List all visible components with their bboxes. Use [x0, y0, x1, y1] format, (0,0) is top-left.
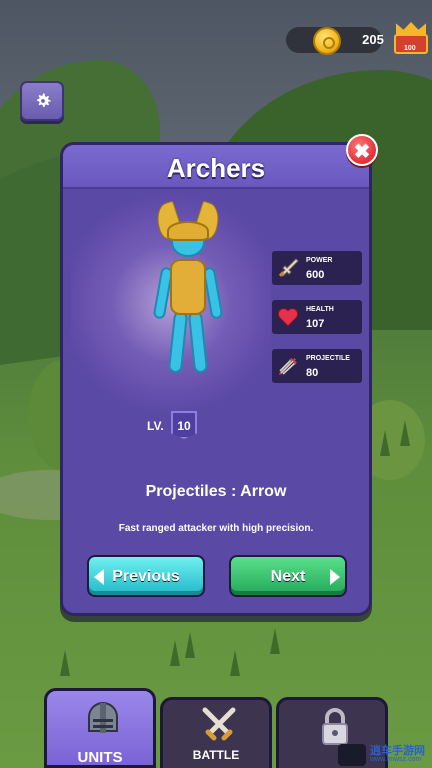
- character-leg: [187, 310, 209, 374]
- car-logo-icon: [338, 744, 366, 766]
- character-leg: [167, 310, 189, 374]
- gold-helmet: [167, 221, 209, 241]
- tab-label: UNITS: [77, 749, 123, 766]
- crossed-swords-icon: [202, 707, 236, 741]
- gold-armor: [170, 259, 206, 315]
- unit-name-title: Archers: [166, 153, 266, 183]
- tab-units[interactable]: UNITS: [44, 688, 156, 768]
- stat-power: POWER 600: [272, 251, 362, 285]
- watermark-url: www.lmwsz.com: [370, 756, 422, 763]
- site-watermark: 逍车手游网 www.lmwsz.com: [336, 742, 432, 768]
- gear-icon: [37, 93, 51, 107]
- grass-tuft: [270, 628, 280, 654]
- close-button[interactable]: ✖: [346, 134, 378, 166]
- stat-value: 80: [306, 367, 319, 379]
- grass-tuft: [380, 430, 390, 456]
- grass-tuft: [60, 650, 70, 676]
- close-icon: ✖: [353, 141, 371, 163]
- stat-health: HEALTH 107: [272, 300, 362, 334]
- unit-description: Fast ranged attacker with high precision…: [118, 523, 314, 534]
- arrow-right-icon: [330, 569, 340, 585]
- heart-icon: [277, 308, 299, 327]
- next-label: Next: [270, 568, 306, 585]
- coin-icon: [313, 27, 341, 55]
- grass-tuft: [400, 420, 410, 446]
- coin-count: 205: [362, 32, 384, 47]
- stat-value: 600: [306, 269, 325, 281]
- tab-label: BATTLE: [192, 748, 240, 762]
- grass-tuft: [185, 632, 195, 658]
- level-label: LV.: [147, 419, 164, 433]
- stat-value: 107: [306, 318, 325, 330]
- modal-header: Archers: [63, 145, 369, 189]
- stat-label: HEALTH: [306, 306, 334, 313]
- stat-label: POWER: [306, 257, 333, 264]
- stat-projectile: PROJECTILE 80: [272, 349, 362, 383]
- helmet-icon: [88, 702, 118, 733]
- archer-character: [151, 200, 225, 403]
- previous-label: Previous: [112, 568, 180, 585]
- unit-info-modal: Archers LV. 10 POWER 600 HEALTH 107 PROJ…: [60, 142, 372, 616]
- stat-label: PROJECTILE: [306, 355, 350, 362]
- grass-tuft: [230, 650, 240, 676]
- projectile-type: Projectiles : Arrow: [145, 483, 287, 500]
- settings-button[interactable]: [20, 81, 64, 121]
- chest-count: 100: [404, 45, 416, 52]
- previous-button[interactable]: Previous: [87, 555, 205, 597]
- arrows-icon: [279, 358, 297, 375]
- grass-tuft: [170, 640, 180, 666]
- level-badge: 10: [171, 411, 197, 439]
- next-button[interactable]: Next: [229, 555, 347, 597]
- sword-icon: [278, 258, 299, 277]
- tab-battle[interactable]: BATTLE: [160, 697, 272, 768]
- level-value: 10: [177, 419, 191, 433]
